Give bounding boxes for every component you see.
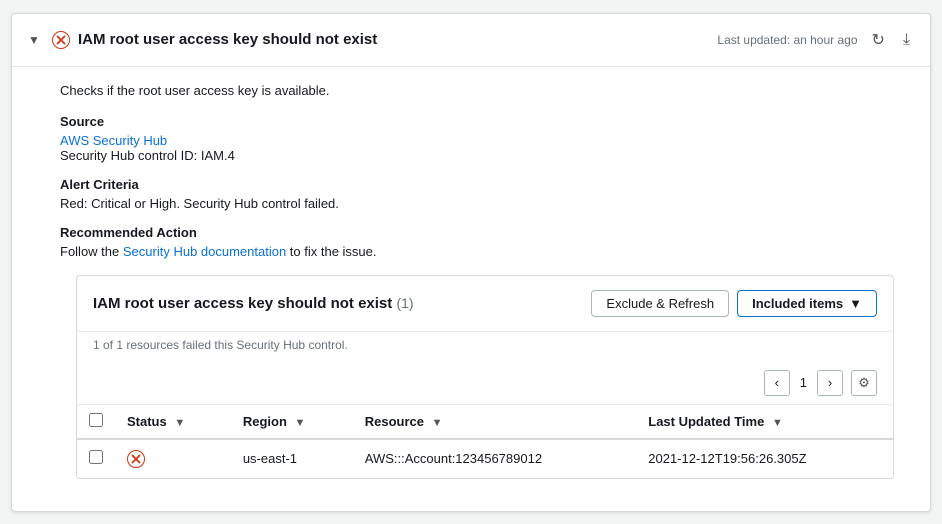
resource-value: AWS:::Account:123456789012 — [365, 451, 542, 466]
included-items-button[interactable]: Included items ▼ — [737, 290, 877, 317]
last-updated-column-header: Last Updated Time ▼ — [636, 405, 893, 439]
resource-sort-icon[interactable]: ▼ — [432, 417, 443, 429]
row-checkbox-cell — [77, 439, 115, 478]
inner-card-header: IAM root user access key should not exis… — [77, 276, 893, 332]
alert-criteria-text: Red: Critical or High. Security Hub cont… — [60, 196, 910, 211]
header-meta: Last updated: an hour ago ↻ ⤓ — [717, 28, 914, 52]
region-sort-icon[interactable]: ▼ — [295, 417, 306, 429]
error-status-icon — [52, 31, 70, 49]
table-container: Status ▼ Region ▼ Resource ▼ — [77, 405, 893, 478]
resource-cell: AWS:::Account:123456789012 — [353, 439, 637, 478]
region-header-label: Region — [243, 414, 287, 429]
status-error-icon — [127, 450, 219, 468]
error-icon — [127, 450, 145, 468]
source-section: Source AWS Security Hub Security Hub con… — [60, 114, 910, 163]
region-column-header: Region ▼ — [231, 405, 353, 439]
recommended-action-prefix: Follow the — [60, 244, 123, 259]
count-badge: (1) — [396, 295, 413, 311]
region-cell: us-east-1 — [231, 439, 353, 478]
recommended-action-text: Follow the Security Hub documentation to… — [60, 244, 910, 259]
header-title: IAM root user access key should not exis… — [78, 31, 709, 48]
table-header: Status ▼ Region ▼ Resource ▼ — [77, 405, 893, 439]
next-page-button[interactable]: › — [817, 370, 843, 396]
refresh-button[interactable]: ↻ — [868, 28, 889, 52]
source-control-id: Security Hub control ID: IAM.4 — [60, 148, 910, 163]
included-items-label: Included items — [752, 296, 843, 311]
table-settings-button[interactable]: ⚙ — [851, 370, 877, 396]
inner-card-title-text: IAM root user access key should not exis… — [93, 295, 392, 312]
status-sort-icon[interactable]: ▼ — [174, 417, 185, 429]
last-updated-cell: 2021-12-12T19:56:26.305Z — [636, 439, 893, 478]
last-updated-header-label: Last Updated Time — [648, 414, 764, 429]
description-text: Checks if the root user access key is av… — [60, 83, 910, 98]
chevron-down-icon-btn: ▼ — [849, 296, 862, 311]
status-cell — [115, 439, 231, 478]
resource-column-header: Resource ▼ — [353, 405, 637, 439]
action-buttons: Exclude & Refresh Included items ▼ — [591, 290, 877, 317]
header-row: ▼ IAM root user access key should not ex… — [12, 14, 930, 67]
alert-criteria-section: Alert Criteria Red: Critical or High. Se… — [60, 177, 910, 211]
select-all-header — [77, 405, 115, 439]
alert-criteria-label: Alert Criteria — [60, 177, 910, 192]
refresh-icon: ↻ — [872, 30, 885, 50]
body-content: Checks if the root user access key is av… — [12, 67, 930, 511]
chevron-down-icon[interactable]: ▼ — [28, 33, 44, 47]
settings-icon: ⚙ — [858, 375, 870, 391]
resources-table: Status ▼ Region ▼ Resource ▼ — [77, 405, 893, 478]
aws-security-hub-link[interactable]: AWS Security Hub — [60, 133, 167, 148]
download-button[interactable]: ⤓ — [899, 29, 914, 51]
last-updated-value: 2021-12-12T19:56:26.305Z — [648, 451, 806, 466]
pagination-row: ‹ 1 › ⚙ — [77, 362, 893, 405]
status-column-header: Status ▼ — [115, 405, 231, 439]
region-value: us-east-1 — [243, 451, 297, 466]
inner-card-title: IAM root user access key should not exis… — [93, 295, 583, 312]
recommended-action-section: Recommended Action Follow the Security H… — [60, 225, 910, 259]
last-updated-sort-icon[interactable]: ▼ — [772, 417, 783, 429]
exclude-refresh-button[interactable]: Exclude & Refresh — [591, 290, 729, 317]
status-header-label: Status — [127, 414, 167, 429]
table-row: us-east-1 AWS:::Account:123456789012 202… — [77, 439, 893, 478]
inner-card: IAM root user access key should not exis… — [76, 275, 894, 479]
source-label: Source — [60, 114, 910, 129]
main-card: ▼ IAM root user access key should not ex… — [11, 13, 931, 512]
row-checkbox[interactable] — [89, 450, 103, 464]
recommended-action-suffix: to fix the issue. — [286, 244, 376, 259]
inner-card-subtitle: 1 of 1 resources failed this Security Hu… — [77, 332, 893, 362]
resource-header-label: Resource — [365, 414, 424, 429]
last-updated-text: Last updated: an hour ago — [717, 33, 857, 47]
security-hub-docs-link[interactable]: Security Hub documentation — [123, 244, 286, 259]
recommended-action-label: Recommended Action — [60, 225, 910, 240]
prev-page-button[interactable]: ‹ — [764, 370, 790, 396]
page-number: 1 — [798, 375, 809, 390]
download-icon: ⤓ — [903, 31, 910, 49]
select-all-checkbox[interactable] — [89, 413, 103, 427]
table-body: us-east-1 AWS:::Account:123456789012 202… — [77, 439, 893, 478]
